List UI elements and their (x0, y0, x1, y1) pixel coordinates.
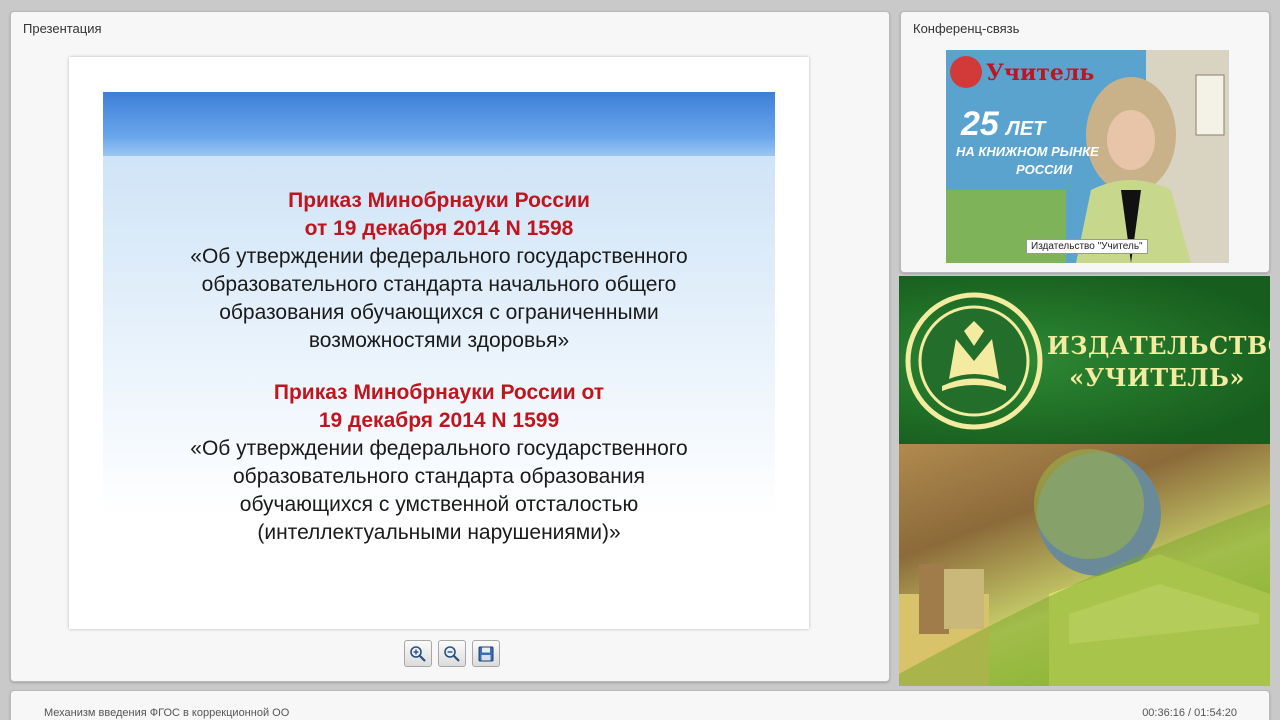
zoom-out-button[interactable] (438, 640, 466, 667)
zoom-out-icon (444, 645, 460, 662)
slide-text: Приказ Минобрнауки России от 19 декабря … (103, 187, 775, 547)
svg-text:ЛЕТ: ЛЕТ (1004, 118, 1047, 140)
zoom-in-icon (410, 645, 426, 662)
conference-title: Конференц-связь (913, 21, 1020, 36)
order2-desc-line2: образовательного стандарта образования (233, 465, 645, 488)
webinar-title: Механизм введения ФГОС в коррекционной О… (44, 707, 290, 719)
save-icon (478, 646, 494, 661)
zoom-in-button[interactable] (404, 640, 432, 667)
publisher-name: ИЗДАТЕЛЬСТВО «УЧИТЕЛЬ» (1047, 330, 1270, 394)
presentation-title: Презентация (23, 21, 102, 36)
order1-desc-line1: «Об утверждении федерального государстве… (190, 245, 688, 268)
order2-desc-line4: (интеллектуальными нарушениями)» (257, 521, 621, 544)
bottom-bar: Механизм введения ФГОС в коррекционной О… (10, 690, 1270, 720)
video-feed[interactable]: Учитель 25 ЛЕТ НА КНИЖНОМ РЫНКЕ РОССИИ И… (946, 50, 1229, 263)
video-frame: Учитель 25 ЛЕТ НА КНИЖНОМ РЫНКЕ РОССИИ (946, 50, 1229, 263)
order2-title-line2: 19 декабря 2014 N 1599 (318, 409, 560, 432)
books-image (899, 449, 1270, 686)
save-button[interactable] (472, 640, 500, 667)
slide-toolbar (404, 640, 500, 667)
order2-desc-line1: «Об утверждении федерального государстве… (190, 437, 688, 460)
order1-desc-line3: образования обучающихся с ограниченными (219, 301, 659, 324)
publisher-banner: ИЗДАТЕЛЬСТВО «УЧИТЕЛЬ» (899, 276, 1270, 686)
order1-title-line1: Приказ Минобрнауки России (288, 189, 590, 212)
video-caption: Издательство "Учитель" (1026, 239, 1148, 254)
order1-desc-line4: возможностями здоровья» (308, 329, 570, 352)
publisher-logo-area: ИЗДАТЕЛЬСТВО «УЧИТЕЛЬ» (899, 276, 1270, 444)
svg-text:НА КНИЖНОМ РЫНКЕ: НА КНИЖНОМ РЫНКЕ (956, 144, 1099, 159)
publisher-emblem-icon (905, 292, 1043, 430)
svg-text:РОССИИ: РОССИИ (1016, 162, 1073, 177)
order1-desc-line2: образовательного стандарта начального об… (201, 273, 677, 296)
conference-panel: Конференц-связь Учитель 25 ЛЕТ НА КНИЖНО… (900, 11, 1270, 273)
publisher-name-line1: ИЗДАТЕЛЬСТВО (1047, 331, 1270, 360)
svg-text:Учитель: Учитель (986, 60, 1094, 86)
presentation-panel: Презентация Приказ Минобрнауки России от… (10, 11, 890, 682)
slide-header-band (103, 92, 775, 156)
order2-title-line1: Приказ Минобрнауки России от (273, 381, 605, 404)
order1-title-line2: от 19 декабря 2014 N 1598 (304, 217, 574, 240)
playback-time: 00:36:16 / 01:54:20 (1142, 707, 1237, 719)
publisher-name-line2: «УЧИТЕЛЬ» (1069, 363, 1245, 392)
slide: Приказ Минобрнауки России от 19 декабря … (69, 57, 809, 629)
svg-text:25: 25 (960, 105, 1000, 143)
order2-desc-line3: обучающихся с умственной отсталостью (239, 493, 639, 516)
books-globe-image (899, 444, 1270, 686)
